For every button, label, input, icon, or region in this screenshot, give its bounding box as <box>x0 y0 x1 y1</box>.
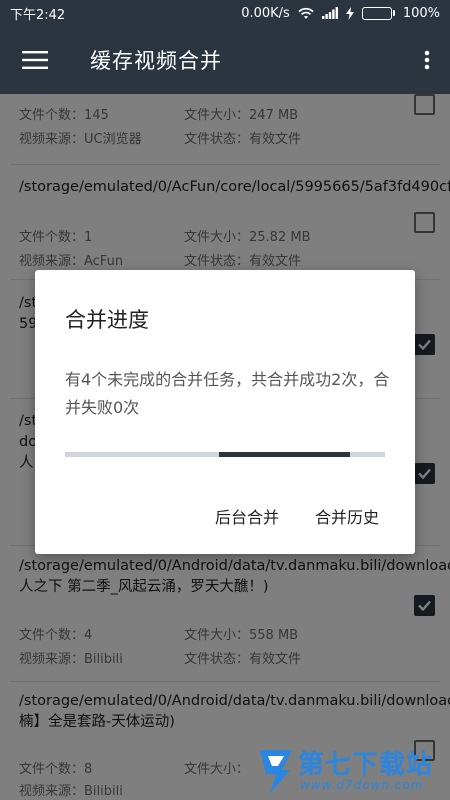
charging-bolt-icon <box>345 6 354 20</box>
watermark: 第七下载站 www.d7down.com <box>254 742 450 800</box>
watermark-logo-icon <box>260 750 292 794</box>
status-right: 0.00K/s 100% <box>241 6 440 21</box>
battery-icon <box>361 6 395 20</box>
merge-history-button[interactable]: 合并历史 <box>315 504 379 528</box>
merge-progress-dialog: 合并进度 有4个未完成的合并任务，共合并成功2次，合并失败0次 后台合并 合并历… <box>35 270 415 554</box>
status-bar: 下午2:42 0.00K/s 100% <box>0 0 450 26</box>
background-merge-button[interactable]: 后台合并 <box>215 504 279 528</box>
dialog-title: 合并进度 <box>65 308 149 332</box>
app-bar: 缓存视频合并 <box>0 26 450 94</box>
status-time: 下午2:42 <box>10 7 66 23</box>
hamburger-menu-icon <box>22 51 48 69</box>
merge-progress-bar <box>65 452 385 457</box>
battery-level: 100% <box>402 5 440 21</box>
page-title: 缓存视频合并 <box>90 49 222 73</box>
progress-fill <box>219 452 350 457</box>
more-vertical-icon <box>424 50 430 70</box>
more-options-button[interactable] <box>404 26 450 94</box>
network-speed: 0.00K/s <box>241 5 290 21</box>
signal-icon <box>321 7 338 19</box>
dialog-message: 有4个未完成的合并任务，共合并成功2次，合并失败0次 <box>65 370 390 417</box>
menu-button[interactable] <box>0 26 70 94</box>
watermark-text: 第七下载站 <box>298 750 434 780</box>
watermark-url: www.d7down.com <box>300 778 424 792</box>
wifi-icon <box>298 7 314 19</box>
